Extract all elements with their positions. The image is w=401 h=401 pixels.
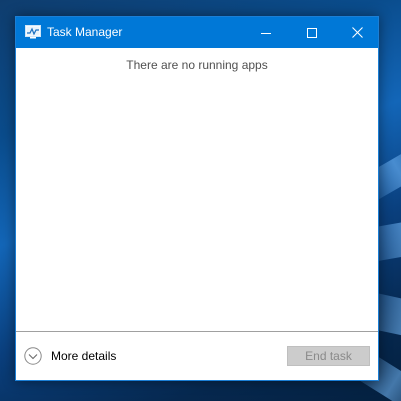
desktop-background: Task Manager There are no running apps M… xyxy=(0,0,401,401)
chevron-down-circle-icon xyxy=(24,347,42,365)
task-manager-icon xyxy=(25,25,41,39)
maximize-icon xyxy=(307,27,317,38)
minimize-button[interactable] xyxy=(243,17,289,48)
empty-state-message: There are no running apps xyxy=(126,58,268,72)
maximize-button[interactable] xyxy=(289,17,335,48)
footer-bar: More details End task xyxy=(16,332,378,380)
window-title: Task Manager xyxy=(47,25,123,39)
close-button[interactable] xyxy=(334,17,380,48)
end-task-button[interactable]: End task xyxy=(287,346,370,366)
apps-list-area: There are no running apps xyxy=(16,48,378,331)
minimize-icon xyxy=(261,32,271,34)
more-details-label: More details xyxy=(51,349,117,363)
title-bar[interactable]: Task Manager xyxy=(16,17,378,48)
task-manager-window: Task Manager There are no running apps M… xyxy=(15,16,379,381)
more-details-button[interactable]: More details xyxy=(24,346,116,366)
close-icon xyxy=(351,27,363,38)
